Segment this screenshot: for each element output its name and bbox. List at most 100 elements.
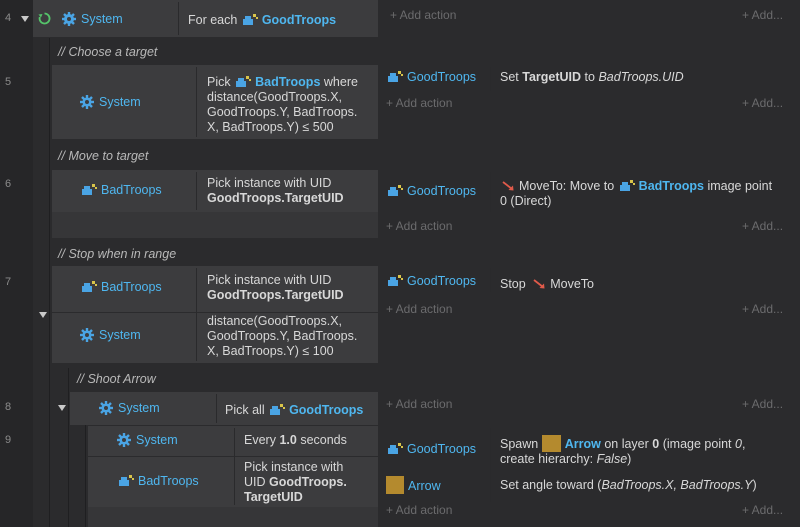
gear-icon <box>117 433 131 447</box>
sprite-troops-icon <box>242 14 258 25</box>
event-9-set-angle-action[interactable]: Set angle toward (BadTroops.X, BadTroops… <box>500 478 757 493</box>
divider <box>234 428 235 505</box>
sprite-troops-icon <box>619 180 635 191</box>
line-number-7: 7 <box>5 276 12 288</box>
event-4-system-object[interactable]: System <box>62 12 123 27</box>
event-5-action-object[interactable]: GoodTroops <box>386 70 476 85</box>
event-8-system-object[interactable]: System <box>99 401 160 416</box>
event-4-for-each-condition[interactable]: For each GoodTroops <box>188 13 336 28</box>
object-name: GoodTroops <box>289 403 364 417</box>
object-name: BadTroops <box>255 75 321 89</box>
event-9-spawn-action[interactable]: Spawn Arrow on layer 0 (image point 0, c… <box>500 435 745 467</box>
action-text: Set angle toward ( <box>500 478 602 492</box>
event-6-moveto-action[interactable]: MoveTo: Move to BadTroops image point 0 … <box>500 179 773 209</box>
add-more-button[interactable]: + Add... <box>742 96 783 110</box>
collapse-toggle-event-7[interactable] <box>39 312 47 318</box>
event-9-action-object-1[interactable]: GoodTroops <box>386 442 476 457</box>
add-more-button[interactable]: + Add... <box>742 8 783 22</box>
condition-text: For each <box>188 13 238 27</box>
object-name: BadTroops <box>101 280 162 294</box>
event-9-action-object-2[interactable]: Arrow <box>386 476 441 494</box>
event-7-distance-condition[interactable]: distance(GoodTroops.X, GoodTroops.Y, Bad… <box>207 314 357 359</box>
add-action-button[interactable]: + Add action <box>386 302 452 316</box>
event-6-badtroops-object[interactable]: BadTroops <box>80 183 162 198</box>
object-name: BadTroops <box>138 474 199 488</box>
object-name: GoodTroops <box>407 70 477 84</box>
line-number-8: 8 <box>5 401 12 413</box>
collapse-toggle-event-8[interactable] <box>58 405 66 411</box>
comment-stop-in-range[interactable]: // Stop when in range <box>58 247 176 261</box>
line-number-6: 6 <box>5 178 12 190</box>
condition-text: TargetUID <box>244 490 303 504</box>
condition-text: distance(GoodTroops.X, <box>207 90 343 104</box>
event-9-condition-empty <box>88 507 378 527</box>
action-text: image point <box>707 179 773 193</box>
event-6-condition-empty <box>52 212 378 238</box>
event-7-stop-action[interactable]: Stop MoveTo <box>500 277 594 292</box>
sprite-troops-icon <box>388 275 403 286</box>
event-9-badtroops-object[interactable]: BadTroops <box>117 474 199 489</box>
divider <box>196 67 197 137</box>
collapse-toggle-event-4[interactable] <box>21 16 29 22</box>
divider <box>490 172 491 212</box>
sprite-troops-icon <box>388 185 403 196</box>
sprite-troops-icon <box>82 281 97 292</box>
event-9-pick-uid-condition[interactable]: Pick instance with UID GoodTroops. Targe… <box>244 460 347 505</box>
event-5-pick-condition[interactable]: Pick BadTroops where distance(GoodTroops… <box>207 75 358 135</box>
gear-icon <box>99 401 113 415</box>
loop-icon <box>38 12 51 25</box>
object-name: System <box>136 433 178 447</box>
event-6-pick-uid-condition[interactable]: Pick instance with UID GoodTroops.Target… <box>207 176 344 206</box>
action-text: Spawn <box>500 437 539 451</box>
event-9-system-object[interactable]: System <box>117 433 178 448</box>
condition-text: seconds <box>300 433 347 447</box>
add-more-button[interactable]: + Add... <box>742 302 783 316</box>
add-action-button[interactable]: + Add action <box>386 397 452 411</box>
sprite-troops-icon <box>82 184 97 195</box>
action-text: MoveTo: Move to <box>519 179 615 193</box>
add-action-button[interactable]: + Add action <box>386 219 452 233</box>
event-7-system-object[interactable]: System <box>80 328 141 343</box>
moveto-arrow-icon <box>533 279 545 289</box>
condition-text: Every <box>244 433 276 447</box>
comment-text: Move to target <box>68 149 149 163</box>
comment-choose-target[interactable]: // Choose a target <box>58 45 157 59</box>
action-text: 0 <box>652 437 660 451</box>
event-7-pick-uid-condition[interactable]: Pick instance with UID GoodTroops.Target… <box>207 273 344 303</box>
nesting-guide <box>85 425 86 527</box>
action-text: 0 <box>735 437 742 451</box>
add-more-button[interactable]: + Add... <box>742 503 783 517</box>
condition-text: Pick instance with UID <box>207 176 332 190</box>
action-text: BadTroops.UID <box>598 70 684 84</box>
event-7-badtroops-object[interactable]: BadTroops <box>80 280 162 295</box>
action-text: TargetUID <box>522 70 582 84</box>
object-name: System <box>99 328 141 342</box>
add-more-button[interactable]: + Add... <box>742 219 783 233</box>
add-action-button[interactable]: + Add action <box>386 503 452 517</box>
divider <box>490 428 491 502</box>
nesting-guide <box>49 38 50 527</box>
add-action-button[interactable]: + Add action <box>390 8 456 22</box>
event-5-system-object[interactable]: System <box>80 95 141 110</box>
comment-marker: // <box>77 372 84 386</box>
event-9-every-condition[interactable]: Every 1.0 seconds <box>244 433 347 448</box>
event-5-set-action[interactable]: Set TargetUID to BadTroops.UID <box>500 70 684 85</box>
comment-move-to-target[interactable]: // Move to target <box>58 149 148 163</box>
sprite-troops-icon <box>388 443 403 454</box>
comment-text: Stop when in range <box>68 247 177 261</box>
gear-icon <box>80 328 94 342</box>
object-name: System <box>99 95 141 109</box>
condition-text: Pick instance with UID <box>207 273 332 287</box>
add-more-button[interactable]: + Add... <box>742 397 783 411</box>
condition-text: Pick <box>207 75 231 89</box>
comment-shoot-arrow[interactable]: // Shoot Arrow <box>77 372 156 386</box>
object-name: Arrow <box>564 437 601 451</box>
event-8-pick-all-condition[interactable]: Pick all GoodTroops <box>225 403 363 418</box>
event-6-action-object[interactable]: GoodTroops <box>386 184 476 199</box>
nesting-guide <box>68 368 69 527</box>
event-7-action-object[interactable]: GoodTroops <box>386 274 476 289</box>
line-number-4: 4 <box>5 12 12 24</box>
add-action-button[interactable]: + Add action <box>386 96 452 110</box>
action-text: ) <box>752 478 757 492</box>
sprite-troops-icon <box>236 76 252 87</box>
